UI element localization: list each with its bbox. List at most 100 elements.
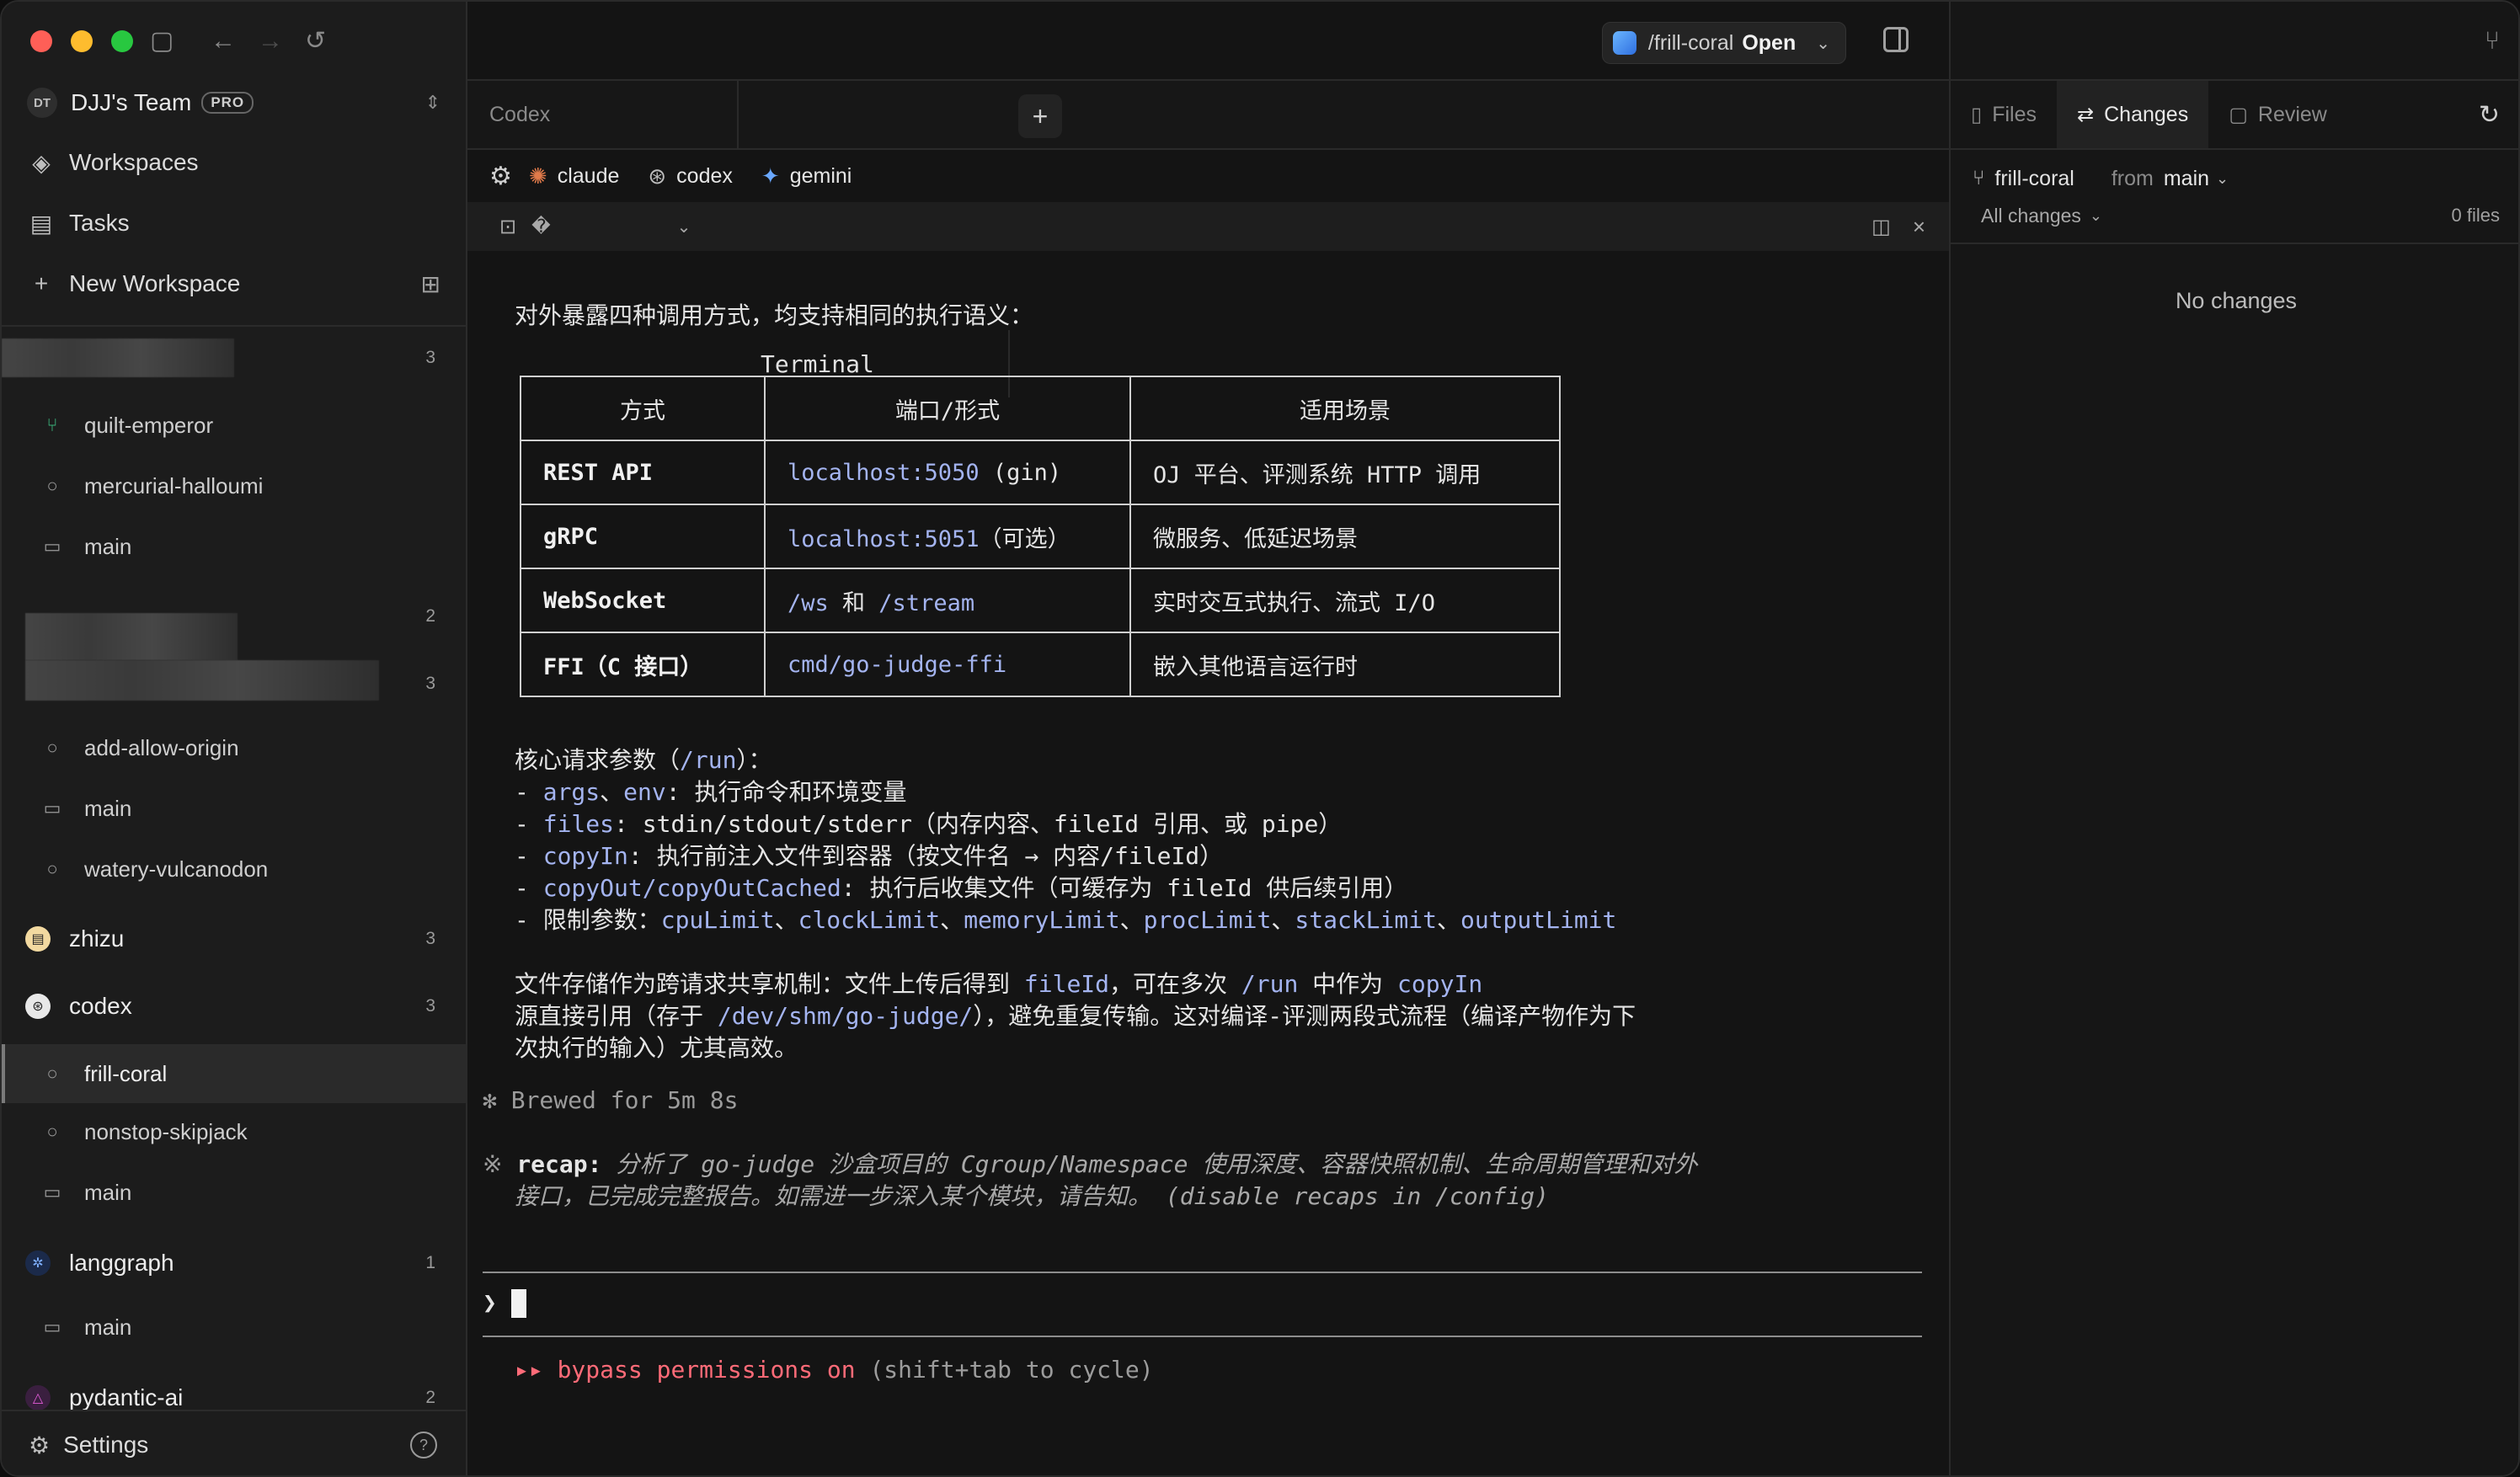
close-window-button[interactable] [30,30,52,52]
nav-workspaces[interactable]: ◈ Workspaces [27,141,440,184]
file-count: 0 files [2451,205,2500,226]
filter-select[interactable]: All changes [1981,205,2081,227]
sidebar-toggle-icon[interactable]: ▢ [150,27,174,56]
tab-files[interactable]: ▯ Files [1951,81,2057,148]
group-label: pydantic-ai [69,1384,184,1410]
workspace-main[interactable]: ▭ main [2,1301,466,1353]
port-value: cmd/go-judge-ffi [788,651,1007,678]
table-cell: /ws 和 /stream [764,568,1131,633]
workspace-label: main [84,795,132,821]
laptop-icon: ▭ [43,1181,61,1202]
langgraph-logo-icon: ✲ [25,1250,51,1276]
tab-changes[interactable]: ⇄ Changes [2057,81,2209,148]
close-icon[interactable]: × [1913,214,1925,240]
group-count: 3 [425,929,435,948]
laptop-icon: ▭ [43,797,61,818]
group-count: 3 [425,996,435,1016]
sidebar-divider [2,325,466,327]
redacted-group-name [25,660,379,701]
team-switcher[interactable]: DT DJJ's Team PRO ⇕ [27,84,440,121]
agent-gemini[interactable]: ✦ gemini [761,163,852,189]
refresh-icon[interactable]: ↻ [2479,100,2500,130]
group-label: codex [69,993,132,1019]
group-zhizu[interactable]: ▤ zhizu 3 [2,912,466,966]
workspace-label: mercurial-halloumi [84,472,264,499]
terminal-header: ⊡ � ⌄ ◫ × [467,202,1949,251]
port-note: （可选） [979,525,1070,552]
main-area: /frill-coral Open ⌄ Codex Terminal + ⚙ ✺… [467,2,1949,1475]
claude-icon: ✺ [528,163,547,189]
port-value: /ws [788,589,829,616]
api-table: 方式 端口/形式 适用场景 REST API localhost:5050 (g… [520,376,1561,697]
group-langgraph[interactable]: ✲ langgraph 1 [2,1236,466,1290]
workspace-quilt-emperor[interactable]: ⑂ quilt-emperor [2,399,466,451]
table-cell: 实时交互式执行、流式 I/O [1129,568,1561,633]
nav-tasks[interactable]: ▤ Tasks [27,202,440,244]
tab-review[interactable]: ▢ Review [2208,81,2347,148]
minimize-window-button[interactable] [71,30,93,52]
panel-top: ⑂ [1951,2,2518,81]
workspace-main[interactable]: ▭ main [2,782,466,834]
tab-codex[interactable]: Codex [467,81,739,148]
top-bar: /frill-coral Open ⌄ [467,2,1949,81]
diff-icon: ⇄ [2077,103,2095,126]
git-branch-icon[interactable]: ⑂ [2485,27,2500,56]
sidebar: ▢ ← → ↺ DT DJJ's Team PRO ⇕ ◈ Workspaces… [2,2,467,1475]
open-in-button[interactable]: /frill-coral Open ⌄ [1601,22,1846,64]
zoom-window-button[interactable] [111,30,133,52]
chevron-down-icon[interactable]: ⌄ [677,216,691,237]
intro-line: 对外暴露四种调用方式，均支持相同的执行语义： [515,301,1034,329]
right-panel-toggle-icon[interactable] [1883,27,1909,52]
history-icon[interactable]: ↺ [305,27,326,56]
bypass-status: ▸▸ bypass permissions on (shift+tab to c… [515,1356,1154,1384]
layers-icon: ◈ [32,149,51,176]
port-value: /stream [878,589,975,616]
laptop-icon: ▭ [43,1316,61,1337]
circle-icon: ○ [46,858,58,879]
params-line: - args、env: 执行命令和环境变量 [515,778,907,806]
table-cell: REST API [520,440,766,505]
group-count: 1 [425,1253,435,1272]
workspace-mercurial-halloumi[interactable]: ○ mercurial-halloumi [2,460,466,512]
table-header: 端口/形式 [764,376,1131,441]
workspace-frill-coral[interactable]: ○ frill-coral [2,1044,466,1103]
table-cell: FFI（C 接口） [520,632,766,697]
split-pane-icon[interactable]: ◫ [1871,215,1891,239]
chevron-down-icon[interactable]: ⌄ [2090,207,2102,225]
agent-codex[interactable]: ⊛ codex [648,163,733,189]
workspace-watery-vulcanodon[interactable]: ○ watery-vulcanodon [2,843,466,895]
current-branch: frill-coral [1994,166,2074,190]
help-icon[interactable]: ? [410,1432,437,1458]
workspace-main[interactable]: ▭ main [2,1166,466,1218]
base-branch[interactable]: main [2164,167,2209,191]
settings-button[interactable]: Settings [63,1432,148,1458]
nav-new-workspace[interactable]: + New Workspace ⊞ [27,263,440,305]
branch-selector: ⑂ frill-coral from main ⌄ [1973,162,2500,195]
port-value: localhost:5050 [788,459,980,486]
agent-claude[interactable]: ✺ claude [529,163,619,189]
table-cell: 微服务、低延迟场景 [1129,504,1561,569]
chevron-down-icon[interactable]: ⌄ [2216,170,2229,188]
circle-icon: ○ [46,1063,58,1084]
add-tab-button[interactable]: + [1018,94,1062,138]
changes-panel: ⑂ ▯ Files ⇄ Changes ▢ Review ↻ ⑂ frill-c… [1949,2,2518,1475]
workspace-nonstop-skipjack[interactable]: ○ nonstop-skipjack [2,1106,466,1158]
prompt-input[interactable]: ❯ [483,1287,526,1319]
prompt-divider-top [483,1272,1922,1273]
recap-line: 接口，已完成完整报告。如需进一步深入某个模块，请告知。 (disable rec… [515,1182,1550,1210]
settings-bar: ⚙ Settings ? [2,1410,466,1475]
forward-arrow-icon[interactable]: → [258,27,283,56]
circle-icon: ○ [46,737,58,758]
group-codex[interactable]: ⊛ codex 3 [2,979,466,1033]
git-branch-icon: ⑂ [1973,167,1985,189]
redacted-group-name [25,613,238,660]
new-folder-icon[interactable]: ⊞ [421,270,440,298]
table-header-row: 方式 端口/形式 适用场景 [520,376,1561,441]
terminal-output[interactable]: 对外暴露四种调用方式，均支持相同的执行语义： 方式 端口/形式 适用场景 RES… [467,251,1949,1475]
workspace-main[interactable]: ▭ main [2,520,466,573]
panel-tabs: ▯ Files ⇄ Changes ▢ Review ↻ [1951,81,2518,150]
gear-icon[interactable]: ⚙ [489,162,512,191]
workspace-add-allow-origin[interactable]: ○ add-allow-origin [2,722,466,774]
chevron-down-icon[interactable]: ⌄ [1816,33,1830,54]
back-arrow-icon[interactable]: ← [211,27,236,56]
